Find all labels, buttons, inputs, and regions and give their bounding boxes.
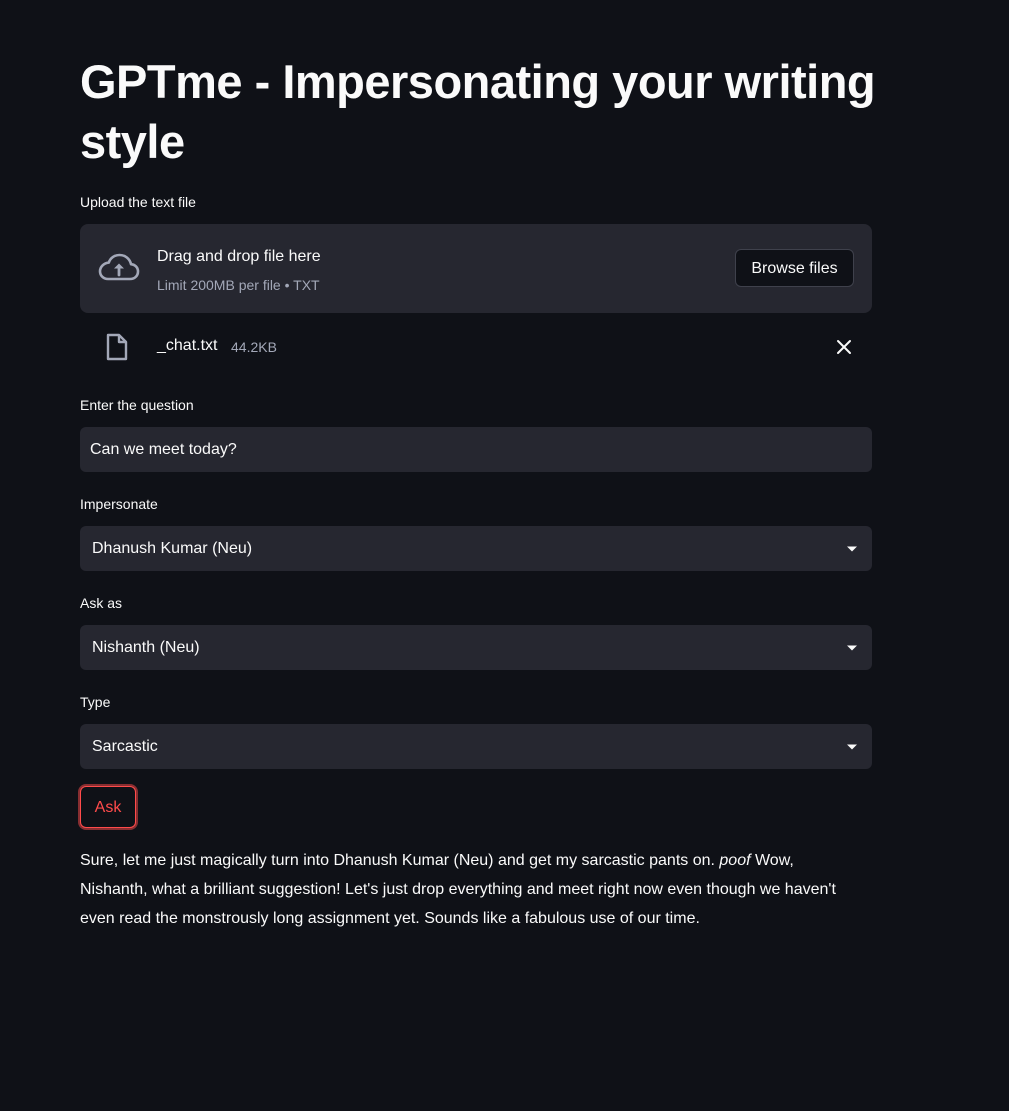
chevron-down-icon xyxy=(847,546,857,552)
dropzone-limit-text: Limit 200MB per file • TXT xyxy=(157,277,320,293)
file-icon xyxy=(106,333,128,361)
close-icon[interactable] xyxy=(832,335,856,359)
type-select[interactable]: Sarcastic xyxy=(80,724,872,769)
chevron-down-icon xyxy=(847,645,857,651)
chevron-down-icon xyxy=(847,744,857,750)
ask-as-label: Ask as xyxy=(80,595,123,611)
impersonate-selected-value: Dhanush Kumar (Neu) xyxy=(92,540,253,557)
question-field xyxy=(80,427,872,472)
type-selected-value: Sarcastic xyxy=(92,738,158,755)
type-label: Type xyxy=(80,694,111,710)
ask-as-select[interactable]: Nishanth (Neu) xyxy=(80,625,872,670)
answer-text: Sure, let me just magically turn into Dh… xyxy=(80,846,840,933)
question-input[interactable] xyxy=(80,427,872,472)
ask-button[interactable]: Ask xyxy=(80,786,136,828)
answer-emphasis: poof xyxy=(719,852,751,869)
upload-label: Upload the text file xyxy=(80,194,196,210)
impersonate-select[interactable]: Dhanush Kumar (Neu) xyxy=(80,526,872,571)
ask-as-selected-value: Nishanth (Neu) xyxy=(92,639,200,656)
dropzone-title: Drag and drop file here xyxy=(157,248,321,265)
file-size: 44.2KB xyxy=(231,339,277,355)
answer-text-part: Sure, let me just magically turn into Dh… xyxy=(80,852,720,869)
browse-files-button[interactable]: Browse files xyxy=(735,249,854,287)
impersonate-label: Impersonate xyxy=(80,496,158,512)
question-label: Enter the question xyxy=(80,397,194,413)
cloud-upload-icon xyxy=(98,253,140,281)
file-name: _chat.txt xyxy=(157,337,218,354)
page-title: GPTme - Impersonating your writing style xyxy=(80,55,876,168)
uploaded-file-row: _chat.txt 44.2KB xyxy=(80,327,872,367)
file-dropzone[interactable]: Drag and drop file here Limit 200MB per … xyxy=(80,224,872,313)
